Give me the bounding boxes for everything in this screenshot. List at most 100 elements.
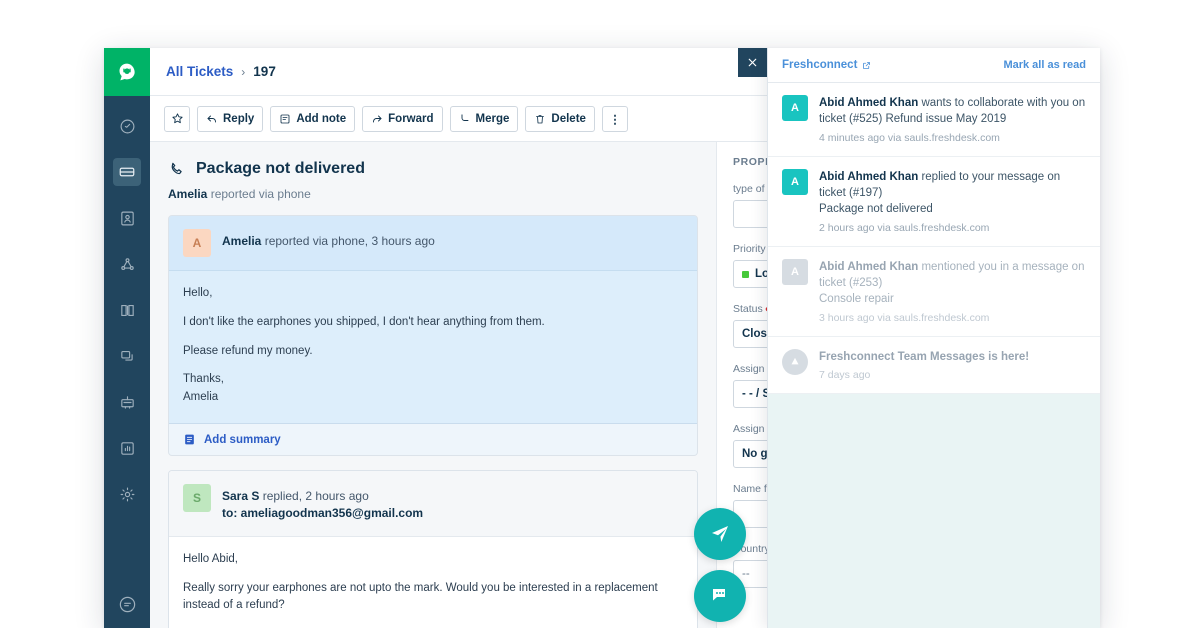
message-line: Hello, <box>183 287 213 299</box>
avatar <box>782 348 808 375</box>
add-note-button[interactable]: Add note <box>270 105 356 132</box>
field-label-text: Status <box>733 303 763 315</box>
mark-all-as-read-button[interactable]: Mark all as read <box>1003 59 1086 71</box>
notification-item[interactable]: A Abid Ahmed Khan wants to collaborate w… <box>768 83 1100 157</box>
conversation-card-customer[interactable]: A Amelia reported via phone, 3 hours ago… <box>168 215 698 457</box>
sidebar-item-admin[interactable] <box>104 476 150 512</box>
message-action: replied, 2 hours ago <box>262 489 369 504</box>
sidebar-item-contacts[interactable] <box>104 200 150 236</box>
reports-icon-wrap <box>113 434 141 462</box>
message-line: Thanks, <box>183 373 224 386</box>
headset-logo-icon <box>119 63 135 81</box>
chat-bubble-icon <box>119 596 135 613</box>
external-link-icon <box>863 61 871 69</box>
message-line: I don't like the earphones you shipped, … <box>183 315 545 328</box>
breadcrumb-parent-link[interactable]: All Tickets <box>166 64 233 79</box>
add-summary-label: Add summary <box>204 433 281 446</box>
sidebar-item-tickets[interactable] <box>104 154 150 190</box>
add-summary-row[interactable]: Add summary <box>169 423 697 456</box>
notification-content: Abid Ahmed Khan wants to collaborate wit… <box>819 95 1086 144</box>
avatar: A <box>782 168 808 195</box>
notification-detail: Console repair <box>819 293 894 306</box>
sidebar-item-reports[interactable] <box>104 430 150 466</box>
notification-text: Abid Ahmed Khan wants to collaborate wit… <box>819 95 1086 128</box>
message-line: Really sorry your earphones are not upto… <box>183 581 658 612</box>
ticket-header: Package not delivered <box>168 160 698 178</box>
app-logo[interactable] <box>104 48 150 96</box>
send-fab[interactable] <box>694 508 746 560</box>
sidebar-item-automations[interactable] <box>104 384 150 420</box>
freshconnect-brand-link[interactable]: Freshconnect <box>782 59 871 71</box>
delete-button[interactable]: Delete <box>525 105 595 132</box>
notification-actor: Abid Ahmed Khan <box>819 97 919 109</box>
ticket-channel-text: reported via phone <box>210 187 311 201</box>
ticket-subtitle: Amelia reported via phone <box>168 187 698 201</box>
close-icon <box>748 58 757 67</box>
avatar: A <box>782 258 808 285</box>
reply-button[interactable]: Reply <box>197 105 264 132</box>
chat-message-fab-icon <box>713 589 725 601</box>
trash-icon <box>536 114 545 123</box>
merge-icon <box>461 114 468 121</box>
contacts-icon <box>120 211 134 225</box>
card-header: S Sara S replied, 2 hours ago to: amelia… <box>169 471 697 537</box>
notification-item[interactable]: A Abid Ahmed Khan mentioned you in a mes… <box>768 246 1100 337</box>
reply-button-label: Reply <box>223 112 255 125</box>
social-icon <box>120 257 134 270</box>
notification-content: Abid Ahmed Khan replied to your message … <box>819 169 1086 234</box>
message-meta: Sara S replied, 2 hours ago to: ameliago… <box>222 484 423 523</box>
notification-item[interactable]: A Abid Ahmed Khan replied to your messag… <box>768 156 1100 247</box>
ticket-reporter: Amelia <box>168 187 208 201</box>
message-action: reported via phone, 3 hours ago <box>264 234 435 248</box>
notification-actor: Abid Ahmed Khan <box>819 170 919 183</box>
notification-time: 4 minutes ago via sauls.freshdesk.com <box>819 131 1000 144</box>
avatar: A <box>782 95 808 121</box>
notification-actor: Abid Ahmed Khan <box>819 260 919 273</box>
solutions-book-icon <box>120 304 134 316</box>
delete-button-label: Delete <box>551 112 586 125</box>
notification-text: Freshconnect Team Messages is here! <box>819 349 1029 365</box>
star-icon <box>171 113 183 124</box>
sidebar-item-social[interactable] <box>104 246 150 282</box>
contacts-icon-wrap <box>113 204 141 232</box>
forward-button[interactable]: Forward <box>362 105 443 132</box>
add-note-button-label: Add note <box>296 112 347 125</box>
send-paper-plane-icon <box>712 526 728 542</box>
merge-button-label: Merge <box>475 112 510 125</box>
forward-button-label: Forward <box>388 112 434 125</box>
message-line: Hello Abid, <box>183 552 238 565</box>
more-actions-button[interactable]: ⋮ <box>601 105 628 132</box>
message-signature: Amelia <box>183 391 219 404</box>
star-button[interactable] <box>164 105 190 132</box>
close-notifications-button[interactable] <box>738 48 767 77</box>
notification-text: Abid Ahmed Khan replied to your message … <box>819 169 1086 218</box>
notification-item[interactable]: Freshconnect Team Messages is here! 7 da… <box>768 336 1100 394</box>
reply-arrow-icon <box>207 115 216 122</box>
forums-icon <box>120 350 133 361</box>
message-body: Hello, I don't like the earphones you sh… <box>169 271 697 423</box>
message-author: Sara S <box>222 489 260 504</box>
tickets-icon <box>119 167 135 177</box>
sidebar-item-dashboard[interactable] <box>104 108 150 144</box>
freshconnect-logo-icon <box>791 357 799 364</box>
breadcrumb-current: 197 <box>253 64 276 79</box>
notifications-panel: Freshconnect Mark all as read A Abid Ahm… <box>767 48 1100 628</box>
social-icon-wrap <box>113 250 141 278</box>
sidebar-item-forums[interactable] <box>104 338 150 374</box>
avatar: S <box>183 484 211 513</box>
solutions-icon-wrap <box>113 296 141 324</box>
sidebar-item-solutions[interactable] <box>104 292 150 328</box>
chat-fab[interactable] <box>694 570 746 622</box>
card-header: A Amelia reported via phone, 3 hours ago <box>169 216 697 271</box>
notification-content: Freshconnect Team Messages is here! 7 da… <box>819 349 1029 381</box>
notifications-header: Freshconnect Mark all as read <box>768 48 1100 83</box>
note-icon <box>280 114 290 123</box>
conversation-card-agent[interactable]: S Sara S replied, 2 hours ago to: amelia… <box>168 470 698 628</box>
dashboard-icon <box>120 119 134 133</box>
notification-text: Abid Ahmed Khan mentioned you in a messa… <box>819 259 1086 308</box>
merge-button[interactable]: Merge <box>449 105 519 132</box>
forward-arrow-icon <box>373 115 382 122</box>
message-line: Please refund my money. <box>183 344 313 357</box>
message-author: Amelia <box>222 234 262 248</box>
sidebar-item-chat[interactable] <box>104 595 150 614</box>
